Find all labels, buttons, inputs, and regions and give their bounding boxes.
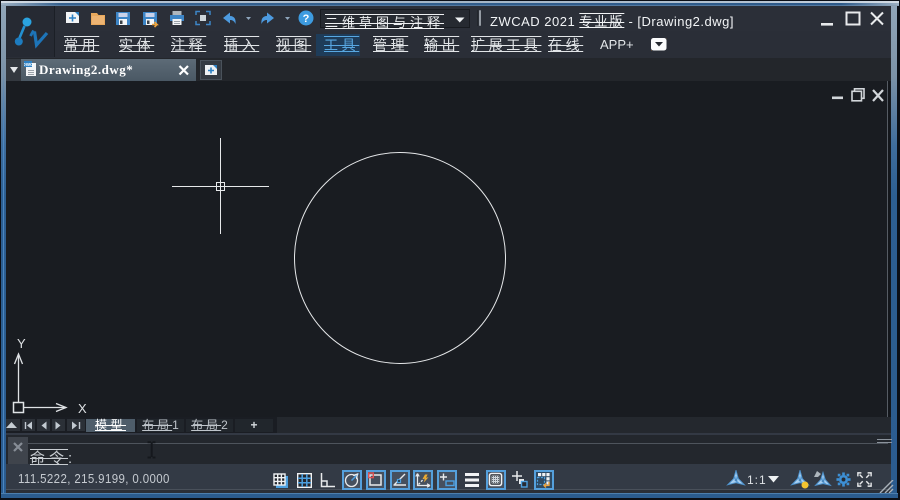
- svg-text:Y: Y: [17, 336, 26, 351]
- svg-text:DWG: DWG: [24, 62, 34, 67]
- svg-text:?: ?: [303, 13, 310, 25]
- svg-text:X: X: [78, 401, 87, 416]
